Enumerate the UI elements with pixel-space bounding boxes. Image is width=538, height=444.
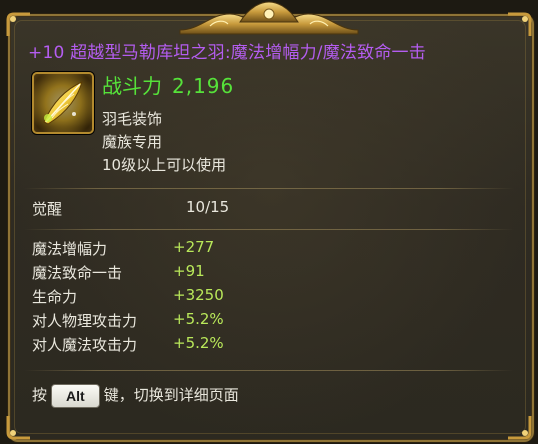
stat-name: 魔法增幅力 [32,240,108,258]
level-requirement: 10级以上可以使用 [102,156,227,174]
stat-name: 生命力 [32,288,78,306]
item-tooltip: +10 超越型马勒库坦之羽:魔法增幅力/魔法致命一击 战斗力 2,196 羽毛装… [0,0,538,444]
race-restriction: 魔族专用 [102,133,163,151]
combat-power: 战斗力 2,196 [102,70,234,99]
awakening-label: 觉醒 [32,200,63,218]
item-title: +10 超越型马勒库坦之羽:魔法增幅力/魔法致命一击 [28,43,426,63]
stat-value: +3250 [173,286,224,304]
stat-name: 魔法致命一击 [32,264,123,282]
golden-feather-icon [32,72,94,134]
footer-suffix: 键，切换到详细页面 [103,386,239,404]
corner-ornament-icon [508,416,532,440]
footer-prefix: 按 [32,386,48,404]
stat-name: 对人魔法攻击力 [32,336,138,354]
corner-ornament-icon [6,12,30,36]
combat-power-value: 2,196 [172,74,235,98]
stat-name: 对人物理攻击力 [32,312,138,330]
stat-row: 生命力 +3250 [32,286,332,308]
ornament-crest-icon [179,1,359,35]
footer-hint: 按 Alt 键，切换到详细页面 [32,382,239,408]
stat-value: +5.2% [173,310,224,328]
corner-ornament-icon [6,416,30,440]
corner-ornament-icon [508,12,532,36]
alt-key-badge: Alt [51,383,100,408]
divider [24,229,514,230]
stat-row: 对人魔法攻击力 +5.2% [32,334,332,356]
divider [24,370,514,371]
item-type: 羽毛装饰 [102,110,163,128]
stat-row: 对人物理攻击力 +5.2% [32,310,332,332]
stat-row: 魔法致命一击 +91 [32,262,332,284]
stat-value: +5.2% [173,334,224,352]
stat-value: +277 [173,238,215,256]
combat-power-label: 战斗力 [102,74,162,98]
divider [24,188,514,189]
stat-value: +91 [173,262,205,280]
awakening-value: 10/15 [186,198,230,216]
stat-row: 魔法增幅力 +277 [32,238,332,260]
